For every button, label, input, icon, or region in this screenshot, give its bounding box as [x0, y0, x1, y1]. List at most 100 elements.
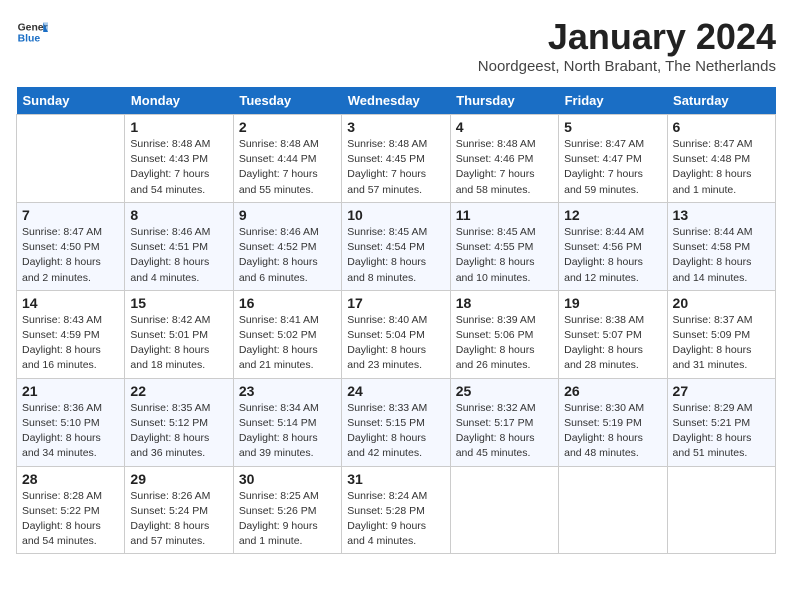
week-row-2: 7 Sunrise: 8:47 AMSunset: 4:50 PMDaylight… — [17, 202, 776, 290]
header-sunday: Sunday — [17, 87, 125, 115]
day-number: 22 — [130, 383, 227, 399]
calendar-cell: 7 Sunrise: 8:47 AMSunset: 4:50 PMDaylight… — [17, 202, 125, 290]
logo-icon: General Blue — [16, 16, 48, 48]
calendar-cell — [17, 115, 125, 203]
calendar-cell: 14 Sunrise: 8:43 AMSunset: 4:59 PMDayligh… — [17, 290, 125, 378]
day-info: Sunrise: 8:38 AMSunset: 5:07 PMDaylight:… — [564, 313, 661, 374]
day-info: Sunrise: 8:48 AMSunset: 4:44 PMDaylight:… — [239, 137, 336, 198]
calendar-cell: 21Sunrise: 8:36 AMSunset: 5:10 PMDayligh… — [17, 378, 125, 466]
day-number: 1 — [130, 119, 227, 135]
day-info: Sunrise: 8:37 AMSunset: 5:09 PMDaylight:… — [673, 313, 770, 374]
calendar-cell: 16 Sunrise: 8:41 AMSunset: 5:02 PMDayligh… — [233, 290, 341, 378]
calendar-cell: 9 Sunrise: 8:46 AMSunset: 4:52 PMDaylight… — [233, 202, 341, 290]
day-info: Sunrise: 8:34 AMSunset: 5:14 PMDaylight:… — [239, 401, 336, 462]
day-info: Sunrise: 8:47 AMSunset: 4:50 PMDaylight:… — [22, 225, 119, 286]
day-number: 2 — [239, 119, 336, 135]
day-number: 9 — [239, 207, 336, 223]
day-number: 19 — [564, 295, 661, 311]
day-number: 16 — [239, 295, 336, 311]
calendar-cell: 2 Sunrise: 8:48 AMSunset: 4:44 PMDaylight… — [233, 115, 341, 203]
day-number: 5 — [564, 119, 661, 135]
day-info: Sunrise: 8:25 AMSunset: 5:26 PMDaylight:… — [239, 489, 336, 550]
day-number: 3 — [347, 119, 444, 135]
day-info: Sunrise: 8:40 AMSunset: 5:04 PMDaylight:… — [347, 313, 444, 374]
calendar-cell: 27Sunrise: 8:29 AMSunset: 5:21 PMDayligh… — [667, 378, 775, 466]
header-monday: Monday — [125, 87, 233, 115]
day-number: 31 — [347, 471, 444, 487]
day-info: Sunrise: 8:35 AMSunset: 5:12 PMDaylight:… — [130, 401, 227, 462]
title-section: January 2024 Noordgeest, North Brabant, … — [478, 16, 776, 75]
day-number: 10 — [347, 207, 444, 223]
svg-text:Blue: Blue — [18, 34, 41, 45]
day-number: 4 — [456, 119, 553, 135]
calendar-cell: 6 Sunrise: 8:47 AMSunset: 4:48 PMDaylight… — [667, 115, 775, 203]
day-number: 28 — [22, 471, 119, 487]
calendar-table: Sunday Monday Tuesday Wednesday Thursday… — [16, 87, 776, 554]
calendar-cell: 11 Sunrise: 8:45 AMSunset: 4:55 PMDayligh… — [450, 202, 558, 290]
header-wednesday: Wednesday — [342, 87, 450, 115]
calendar-cell: 12 Sunrise: 8:44 AMSunset: 4:56 PMDayligh… — [559, 202, 667, 290]
header-tuesday: Tuesday — [233, 87, 341, 115]
day-number: 15 — [130, 295, 227, 311]
day-info: Sunrise: 8:44 AMSunset: 4:56 PMDaylight:… — [564, 225, 661, 286]
page-header: General Blue January 2024 Noordgeest, No… — [16, 16, 776, 75]
day-info: Sunrise: 8:33 AMSunset: 5:15 PMDaylight:… — [347, 401, 444, 462]
day-info: Sunrise: 8:30 AMSunset: 5:19 PMDaylight:… — [564, 401, 661, 462]
day-number: 11 — [456, 207, 553, 223]
calendar-cell: 3Sunrise: 8:48 AMSunset: 4:45 PMDaylight… — [342, 115, 450, 203]
week-row-4: 21Sunrise: 8:36 AMSunset: 5:10 PMDayligh… — [17, 378, 776, 466]
day-info: Sunrise: 8:48 AMSunset: 4:43 PMDaylight:… — [130, 137, 227, 198]
calendar-cell: 10 Sunrise: 8:45 AMSunset: 4:54 PMDayligh… — [342, 202, 450, 290]
day-info: Sunrise: 8:24 AMSunset: 5:28 PMDaylight:… — [347, 489, 444, 550]
calendar-cell: 13 Sunrise: 8:44 AMSunset: 4:58 PMDayligh… — [667, 202, 775, 290]
calendar-cell: 29Sunrise: 8:26 AMSunset: 5:24 PMDayligh… — [125, 466, 233, 554]
day-info: Sunrise: 8:45 AMSunset: 4:55 PMDaylight:… — [456, 225, 553, 286]
day-info: Sunrise: 8:48 AMSunset: 4:46 PMDaylight:… — [456, 137, 553, 198]
day-number: 14 — [22, 295, 119, 311]
day-number: 7 — [22, 207, 119, 223]
day-info: Sunrise: 8:32 AMSunset: 5:17 PMDaylight:… — [456, 401, 553, 462]
day-info: Sunrise: 8:44 AMSunset: 4:58 PMDaylight:… — [673, 225, 770, 286]
location-subtitle: Noordgeest, North Brabant, The Netherlan… — [478, 58, 776, 75]
header-saturday: Saturday — [667, 87, 775, 115]
calendar-cell: 4 Sunrise: 8:48 AMSunset: 4:46 PMDaylight… — [450, 115, 558, 203]
day-number: 12 — [564, 207, 661, 223]
day-number: 27 — [673, 383, 770, 399]
calendar-cell — [450, 466, 558, 554]
day-info: Sunrise: 8:46 AMSunset: 4:52 PMDaylight:… — [239, 225, 336, 286]
calendar-cell: 5 Sunrise: 8:47 AMSunset: 4:47 PMDaylight… — [559, 115, 667, 203]
day-info: Sunrise: 8:43 AMSunset: 4:59 PMDaylight:… — [22, 313, 119, 374]
day-number: 24 — [347, 383, 444, 399]
calendar-cell: 25Sunrise: 8:32 AMSunset: 5:17 PMDayligh… — [450, 378, 558, 466]
week-row-5: 28 Sunrise: 8:28 AMSunset: 5:22 PMDayligh… — [17, 466, 776, 554]
day-number: 26 — [564, 383, 661, 399]
day-info: Sunrise: 8:47 AMSunset: 4:48 PMDaylight:… — [673, 137, 770, 198]
day-info: Sunrise: 8:41 AMSunset: 5:02 PMDaylight:… — [239, 313, 336, 374]
calendar-cell — [667, 466, 775, 554]
calendar-cell: 23 Sunrise: 8:34 AMSunset: 5:14 PMDayligh… — [233, 378, 341, 466]
calendar-cell: 1 Sunrise: 8:48 AMSunset: 4:43 PMDaylight… — [125, 115, 233, 203]
day-info: Sunrise: 8:45 AMSunset: 4:54 PMDaylight:… — [347, 225, 444, 286]
day-info: Sunrise: 8:42 AMSunset: 5:01 PMDaylight:… — [130, 313, 227, 374]
day-info: Sunrise: 8:28 AMSunset: 5:22 PMDaylight:… — [22, 489, 119, 550]
day-number: 6 — [673, 119, 770, 135]
header-thursday: Thursday — [450, 87, 558, 115]
calendar-cell: 15 Sunrise: 8:42 AMSunset: 5:01 PMDayligh… — [125, 290, 233, 378]
calendar-cell: 8Sunrise: 8:46 AMSunset: 4:51 PMDaylight… — [125, 202, 233, 290]
day-number: 13 — [673, 207, 770, 223]
day-info: Sunrise: 8:39 AMSunset: 5:06 PMDaylight:… — [456, 313, 553, 374]
day-number: 23 — [239, 383, 336, 399]
day-number: 21 — [22, 383, 119, 399]
day-info: Sunrise: 8:47 AMSunset: 4:47 PMDaylight:… — [564, 137, 661, 198]
calendar-cell: 26 Sunrise: 8:30 AMSunset: 5:19 PMDayligh… — [559, 378, 667, 466]
month-title: January 2024 — [478, 16, 776, 58]
calendar-cell: 28 Sunrise: 8:28 AMSunset: 5:22 PMDayligh… — [17, 466, 125, 554]
calendar-cell: 18Sunrise: 8:39 AMSunset: 5:06 PMDayligh… — [450, 290, 558, 378]
calendar-cell: 24 Sunrise: 8:33 AMSunset: 5:15 PMDayligh… — [342, 378, 450, 466]
day-number: 29 — [130, 471, 227, 487]
logo: General Blue — [16, 16, 48, 48]
week-row-1: 1 Sunrise: 8:48 AMSunset: 4:43 PMDaylight… — [17, 115, 776, 203]
calendar-body: 1 Sunrise: 8:48 AMSunset: 4:43 PMDaylight… — [17, 115, 776, 554]
header-friday: Friday — [559, 87, 667, 115]
calendar-cell: 30Sunrise: 8:25 AMSunset: 5:26 PMDayligh… — [233, 466, 341, 554]
